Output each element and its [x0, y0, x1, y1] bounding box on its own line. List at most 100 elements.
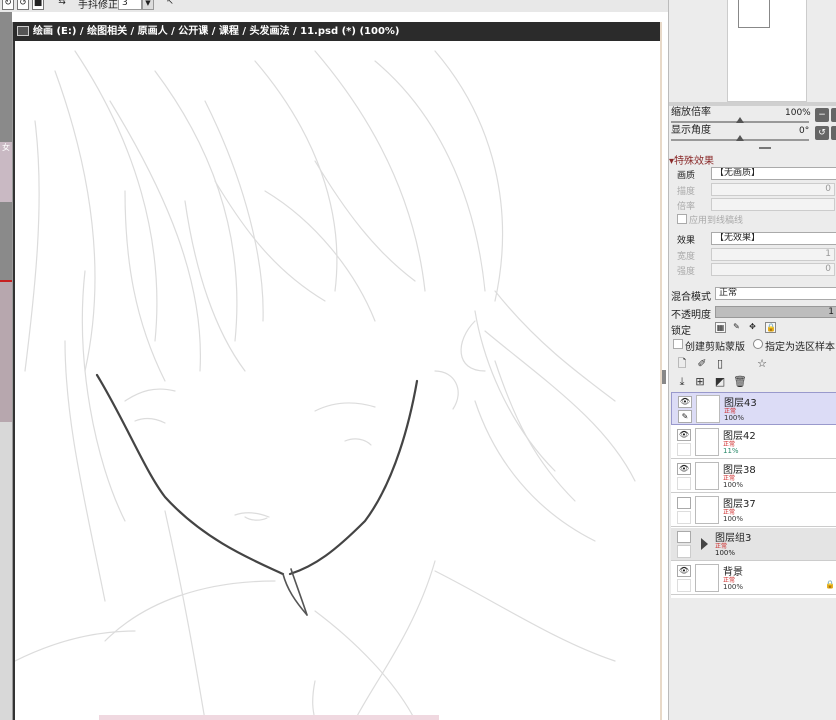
multiplier-field[interactable]: [711, 198, 835, 211]
left-background-strip: 女: [0, 12, 12, 720]
lock-move-icon[interactable]: ✥: [747, 322, 758, 333]
layer-opacity: 100%: [723, 583, 744, 591]
visibility-toggle[interactable]: [677, 531, 691, 543]
strength-field[interactable]: 0: [711, 263, 835, 276]
texture-label: 画质: [677, 171, 696, 181]
sketch-artwork: [15, 50, 636, 720]
navigator-preview[interactable]: [727, 0, 807, 102]
refresh-icon[interactable]: ↻: [2, 0, 14, 10]
layer-group-row[interactable]: 图层组3 正常 100%: [671, 528, 836, 561]
layer-row[interactable]: 👁 图层38 正常 100%: [671, 460, 836, 493]
left-strip-panel: [0, 422, 12, 720]
merge-down-icon[interactable]: ⊞: [693, 375, 707, 389]
edit-slot[interactable]: [677, 477, 691, 490]
edit-slot[interactable]: [677, 443, 691, 456]
eye-icon[interactable]: 👁: [677, 429, 691, 441]
group-opacity: 100%: [715, 549, 736, 557]
stabilizer-value[interactable]: 3: [118, 0, 142, 10]
eye-icon[interactable]: 👁: [677, 565, 691, 577]
effects-header[interactable]: ▾特殊效果: [669, 152, 714, 167]
new-layer-icon[interactable]: 🗋: [675, 357, 689, 371]
effect-label: 效果: [677, 236, 696, 246]
lock-all-icon[interactable]: 🔒: [765, 322, 776, 333]
drawing-canvas[interactable]: [15, 41, 660, 720]
width-label: 宽度: [677, 252, 696, 262]
canvas-bottom-tab[interactable]: [99, 715, 439, 720]
texture-select[interactable]: 【无画质】: [711, 167, 836, 180]
blend-mode-select[interactable]: 正常: [715, 287, 836, 300]
layer-row[interactable]: 👁 图层42 正常 11%: [671, 426, 836, 459]
left-strip-tab[interactable]: 女: [2, 142, 10, 153]
expand-arrow-icon[interactable]: [701, 538, 708, 550]
panel-resize-handle[interactable]: [662, 370, 666, 384]
rotate-right-button[interactable]: [831, 126, 836, 140]
scale-field[interactable]: 0: [711, 183, 835, 196]
blend-mode-label: 混合模式: [671, 292, 711, 303]
eye-icon[interactable]: 👁: [678, 396, 692, 408]
layer-thumbnail: [696, 395, 720, 423]
eye-icon[interactable]: 👁: [677, 463, 691, 475]
zoom-out-button[interactable]: −: [815, 108, 829, 122]
new-folder-icon[interactable]: ▯: [713, 357, 727, 371]
top-toolbar: ↻ ↺ ■ ⇆ 手抖修正 3 ▼ ↖: [0, 0, 668, 12]
stabilizer-label: 手抖修正: [78, 0, 118, 11]
apply-linework-checkbox[interactable]: [677, 214, 687, 224]
right-panel: 缩放倍率 100% − 显示角度 0° ↺ ▾特殊效果 画质 【无画质】 描度 …: [668, 0, 836, 720]
opacity-label: 不透明度: [671, 310, 711, 321]
new-linework-layer-icon[interactable]: ✐: [695, 357, 709, 371]
canvas-title: 绘画 (E:) / 绘图相关 / 原画人 / 公开课 / 课程 / 头发画法 /…: [33, 26, 400, 37]
document-icon: [17, 26, 29, 36]
layer-opacity: 100%: [723, 515, 744, 523]
layer-thumbnail: [695, 428, 719, 456]
layer-row[interactable]: 👁 背景 正常 100% 🔒: [671, 562, 836, 595]
layer-thumbnail: [695, 496, 719, 524]
edit-slot[interactable]: [677, 545, 691, 558]
zoom-slider-handle[interactable]: [736, 117, 744, 123]
angle-label: 显示角度: [671, 125, 711, 136]
strength-label: 强度: [677, 267, 696, 277]
clipping-checkbox[interactable]: [673, 339, 683, 349]
edit-slot[interactable]: [677, 511, 691, 524]
layer-row[interactable]: 👁 ✎ 图层43 正常 100%: [671, 392, 836, 425]
lock-paint-icon[interactable]: ✎: [731, 322, 742, 333]
opacity-slider[interactable]: 1: [715, 306, 836, 318]
zoom-label: 缩放倍率: [671, 107, 711, 118]
selection-source-radio[interactable]: [753, 339, 763, 349]
angle-slider-handle[interactable]: [736, 135, 744, 141]
delete-layer-icon[interactable]: 🗑: [733, 375, 747, 389]
lock-icon: 🔒: [825, 580, 835, 589]
zoom-value: 100%: [785, 108, 811, 118]
layer-row[interactable]: 图层37 正常 100%: [671, 494, 836, 527]
multiplier-label: 倍率: [677, 202, 696, 212]
pencil-icon[interactable]: ✎: [678, 410, 692, 423]
layer-list: 👁 ✎ 图层43 正常 100% 👁 图层42 正常 11% 👁 图层38 正常…: [671, 392, 836, 598]
canvas-window: 绘画 (E:) / 绘图相关 / 原画人 / 公开课 / 课程 / 头发画法 /…: [12, 22, 662, 720]
tool-option-icon[interactable]: ↖: [164, 0, 176, 10]
lock-transparency-icon[interactable]: ▦: [715, 322, 726, 333]
paint-tool-window: ↻ ↺ ■ ⇆ 手抖修正 3 ▼ ↖ 女 绘画 (E:) / 绘图相关 / 原画…: [0, 0, 836, 720]
canvas-title-bar[interactable]: 绘画 (E:) / 绘图相关 / 原画人 / 公开课 / 课程 / 头发画法 /…: [13, 22, 662, 41]
lock-label: 锁定: [671, 326, 691, 337]
chevron-down-icon[interactable]: ▼: [142, 0, 154, 10]
edit-slot[interactable]: [677, 579, 691, 592]
transfer-down-icon[interactable]: ⤓: [675, 375, 689, 389]
redo-icon[interactable]: ↺: [17, 0, 29, 10]
swap-icon[interactable]: ⇆: [56, 0, 68, 10]
layer-opacity: 100%: [723, 481, 744, 489]
layer-opacity: 100%: [724, 414, 745, 422]
layer-effect-icon[interactable]: ☆: [755, 357, 769, 371]
clipping-label: 创建剪贴蒙版: [685, 342, 745, 353]
layer-thumbnail: [695, 462, 719, 490]
visibility-toggle[interactable]: [677, 497, 691, 509]
panel-grip[interactable]: [759, 147, 771, 149]
left-strip-photo-lower: [0, 282, 12, 422]
navigator-view-frame[interactable]: [738, 0, 770, 28]
zoom-in-button[interactable]: [831, 108, 836, 122]
effect-select[interactable]: 【无效果】: [711, 232, 836, 245]
clear-layer-icon[interactable]: ◩: [713, 375, 727, 389]
angle-value: 0°: [799, 126, 810, 136]
square-icon[interactable]: ■: [32, 0, 44, 10]
width-field[interactable]: 1: [711, 248, 835, 261]
rotate-left-button[interactable]: ↺: [815, 126, 829, 140]
layer-opacity: 11%: [723, 447, 739, 455]
